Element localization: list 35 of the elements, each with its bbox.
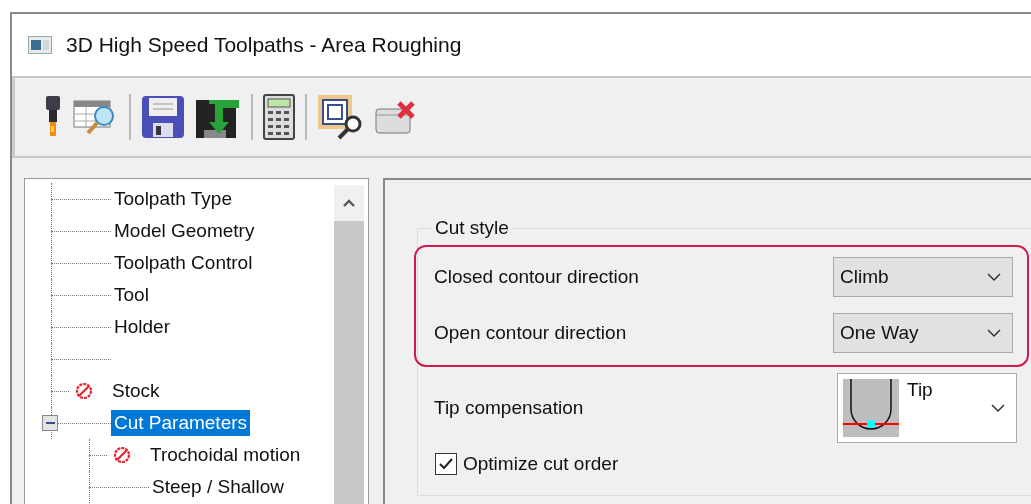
calculator-icon[interactable] xyxy=(263,94,295,140)
chevron-up-icon xyxy=(342,198,356,208)
tip-dropdown[interactable]: Tip xyxy=(837,373,1017,443)
app-icon xyxy=(28,36,52,54)
save-icon[interactable] xyxy=(141,95,185,139)
field-label: Closed contour direction xyxy=(434,266,639,288)
tree-item[interactable]: Steep / Shallow xyxy=(149,474,288,500)
chevron-down-icon xyxy=(986,328,1002,338)
chevron-down-icon xyxy=(986,272,1002,282)
tree-item[interactable]: Holder xyxy=(111,314,173,340)
tree-item[interactable]: Toolpath Control xyxy=(111,250,256,276)
chevron-down-icon xyxy=(990,403,1006,413)
window-close-icon[interactable] xyxy=(375,99,417,135)
dropdown[interactable]: Climb xyxy=(833,257,1013,297)
field-label: Tip compensation xyxy=(434,397,584,419)
collapse-icon[interactable] xyxy=(42,415,58,431)
cutter-icon[interactable] xyxy=(43,96,63,138)
tree-item[interactable]: Tool xyxy=(111,282,152,308)
field-label: Open contour direction xyxy=(434,322,627,344)
tree-item[interactable]: Stock xyxy=(109,378,163,404)
connector-line xyxy=(51,247,111,279)
tree-item[interactable]: Model Geometry xyxy=(111,218,258,244)
connector-line xyxy=(51,279,111,311)
connector-line xyxy=(51,215,111,247)
tree-item[interactable]: Trochoidal motion xyxy=(147,442,304,468)
scroll-up-button[interactable] xyxy=(334,185,364,221)
checkbox[interactable] xyxy=(435,453,457,475)
tree-item[interactable]: Toolpath Type xyxy=(111,186,235,212)
checkbox-label: Optimize cut order xyxy=(463,453,619,475)
window-title: 3D High Speed Toolpaths - Area Roughing xyxy=(66,33,462,57)
dropdown[interactable]: One Way xyxy=(833,313,1013,353)
connector-line xyxy=(51,311,111,343)
tool-tip-icon xyxy=(843,379,899,437)
connector-line xyxy=(51,183,111,215)
tree-item[interactable]: Cut Parameters xyxy=(111,410,251,436)
